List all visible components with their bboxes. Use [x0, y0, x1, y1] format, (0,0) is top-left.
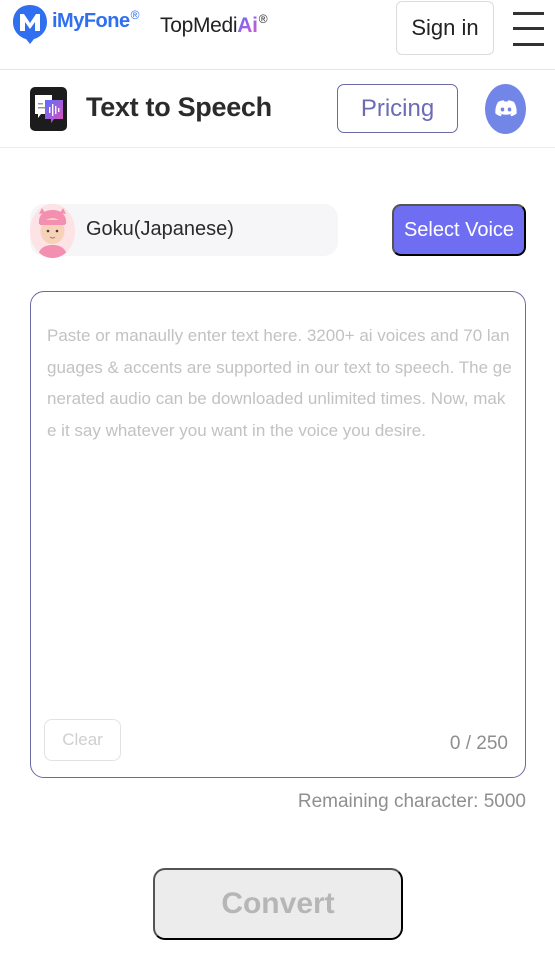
topmediai-brand[interactable]: TopMediAi®	[160, 12, 268, 38]
imyfone-logo-icon[interactable]	[12, 4, 48, 44]
select-voice-button[interactable]: Select Voice	[392, 204, 526, 256]
hamburger-menu-icon[interactable]	[513, 10, 545, 48]
sign-in-button[interactable]: Sign in	[396, 1, 494, 55]
remaining-characters: Remaining character: 5000	[298, 791, 526, 813]
page-title: Text to Speech	[86, 92, 272, 122]
text-editor-box: Clear 0 / 250	[30, 291, 526, 778]
registered-mark: ®	[258, 12, 268, 26]
text-input[interactable]	[47, 320, 513, 700]
discord-icon	[494, 100, 517, 117]
remaining-label: Remaining character:	[297, 791, 484, 812]
pricing-button[interactable]: Pricing	[337, 84, 458, 133]
selected-voice-name: Goku(Japanese)	[86, 218, 234, 240]
tool-header: Text to Speech Pricing	[0, 70, 555, 148]
top-navigation-bar: iMyFone® TopMediAi® Sign in	[0, 0, 555, 70]
text-to-speech-icon	[30, 87, 67, 131]
clear-button[interactable]: Clear	[44, 719, 121, 761]
brand-name: iMyFone	[52, 10, 130, 32]
product-name-prefix: TopMedi	[160, 14, 238, 37]
remaining-value: 5000	[483, 791, 526, 812]
voice-avatar	[30, 204, 75, 258]
character-count: 0 / 250	[449, 733, 508, 754]
product-name-ai: Ai	[237, 14, 258, 37]
discord-button[interactable]	[485, 84, 526, 134]
registered-mark: ®	[130, 8, 140, 22]
imyfone-brand[interactable]: iMyFone®	[52, 8, 140, 33]
convert-button[interactable]: Convert	[153, 868, 403, 940]
